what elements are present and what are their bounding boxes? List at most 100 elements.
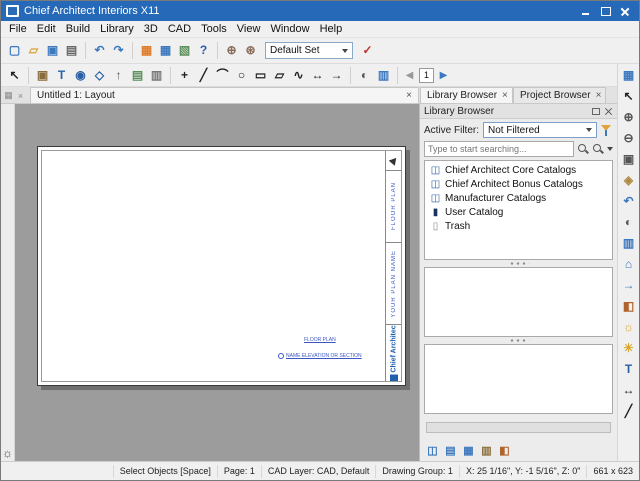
- tab-untitled-layout[interactable]: Untitled 1: Layout ×: [30, 87, 419, 103]
- dimension-icon[interactable]: ↔: [619, 381, 638, 400]
- tab-close-icon[interactable]: ×: [406, 91, 412, 101]
- cad-spline-icon[interactable]: ∿: [289, 66, 308, 85]
- menu-item-file[interactable]: File: [4, 22, 32, 36]
- cad-circle-icon[interactable]: ○: [232, 66, 251, 85]
- dock-close-icon[interactable]: ×: [15, 90, 26, 101]
- tab-library-browser[interactable]: Library Browser ×: [420, 87, 513, 103]
- next-page-icon[interactable]: ▶: [436, 67, 451, 84]
- overview-icon[interactable]: ⌂: [619, 255, 638, 274]
- pane-splitter[interactable]: [420, 260, 617, 267]
- toolbar-set-select[interactable]: Default Set: [265, 42, 353, 59]
- tree-item-core-catalogs[interactable]: ◫ Chief Architect Core Catalogs: [425, 163, 612, 177]
- cad-point-icon[interactable]: +: [175, 66, 194, 85]
- menu-item-library[interactable]: Library: [95, 22, 139, 36]
- minimize-icon[interactable]: [577, 5, 594, 18]
- place-library-object-icon[interactable]: ▣: [33, 66, 52, 85]
- catalogs-icon[interactable]: ▥: [478, 443, 495, 460]
- dimension-icon[interactable]: ↔: [308, 66, 327, 85]
- callout-floor-plan[interactable]: FLOOR PLAN: [304, 337, 336, 343]
- sun-shadow-icon[interactable]: ☀: [619, 339, 638, 358]
- paint-style-icon[interactable]: ◧: [496, 443, 513, 460]
- elevation-icon[interactable]: ▥: [619, 234, 638, 253]
- select-objects-icon[interactable]: ↖: [5, 66, 24, 85]
- select-objects-icon[interactable]: ↖: [619, 87, 638, 106]
- tree-item-user-catalog[interactable]: ▮ User Catalog: [425, 205, 612, 219]
- details-view-icon[interactable]: ▤: [442, 443, 459, 460]
- elevation-view-icon[interactable]: ▥: [374, 66, 393, 85]
- default-settings-icon[interactable]: ▧: [175, 41, 194, 60]
- drawing-canvas[interactable]: FLOOR PLAN YOUR PLAN NAME Chief Architec…: [15, 104, 419, 461]
- menu-item-tools[interactable]: Tools: [196, 22, 232, 36]
- cad-box-icon[interactable]: ▭: [251, 66, 270, 85]
- callout-elevation[interactable]: NAME ELEVATION OR SECTION: [278, 353, 362, 359]
- line-icon[interactable]: ╱: [619, 402, 638, 421]
- material-painter-icon[interactable]: ◧: [619, 297, 638, 316]
- library-search-input[interactable]: [424, 141, 574, 157]
- chevron-down-icon[interactable]: [607, 147, 613, 151]
- dock-grid-icon[interactable]: ▦: [3, 90, 14, 101]
- splitter-handle[interactable]: [509, 262, 529, 265]
- picture-icon[interactable]: ▤: [128, 66, 147, 85]
- float-panel-icon[interactable]: [592, 108, 600, 115]
- search-options-icon[interactable]: [592, 143, 604, 155]
- menu-item-help[interactable]: Help: [315, 22, 348, 36]
- undo-icon[interactable]: ↶: [90, 41, 109, 60]
- menu-item-3d[interactable]: 3D: [139, 22, 163, 36]
- text-icon[interactable]: T: [52, 66, 71, 85]
- close-panel-icon[interactable]: [604, 107, 613, 116]
- filter-funnel-icon[interactable]: [601, 124, 613, 137]
- camera-view-icon[interactable]: ◐: [355, 66, 374, 85]
- tile-view-icon[interactable]: ▦: [460, 443, 477, 460]
- menu-item-build[interactable]: Build: [61, 22, 95, 36]
- new-file-icon[interactable]: ▢: [5, 41, 24, 60]
- cad-line-icon[interactable]: ╱: [194, 66, 213, 85]
- callout-icon[interactable]: ◉: [71, 66, 90, 85]
- tab-close-icon[interactable]: ×: [502, 91, 508, 101]
- active-filter-select[interactable]: Not Filtered: [483, 122, 597, 138]
- maximize-icon[interactable]: [597, 5, 614, 18]
- pane-splitter[interactable]: [420, 337, 617, 344]
- print-icon[interactable]: ▤: [62, 41, 81, 60]
- page-number-box[interactable]: 1: [419, 68, 434, 83]
- camera-icon[interactable]: ◐: [619, 213, 638, 232]
- previous-view-icon[interactable]: ↶: [619, 192, 638, 211]
- redo-icon[interactable]: ↷: [109, 41, 128, 60]
- pdf-box-icon[interactable]: ▥: [147, 66, 166, 85]
- cad-polyline-icon[interactable]: ▱: [270, 66, 289, 85]
- layout-sheet[interactable]: FLOOR PLAN YOUR PLAN NAME Chief Architec…: [37, 146, 406, 386]
- tab-close-icon[interactable]: ×: [596, 91, 602, 101]
- tree-item-bonus-catalogs[interactable]: ◫ Chief Architect Bonus Catalogs: [425, 177, 612, 191]
- tab-project-browser[interactable]: Project Browser ×: [513, 87, 606, 103]
- settings-gear-icon[interactable]: ☼: [2, 447, 13, 459]
- menu-item-edit[interactable]: Edit: [32, 22, 61, 36]
- preview-toggle-icon[interactable]: ◫: [424, 443, 441, 460]
- zoom-icon[interactable]: ⊕: [619, 108, 638, 127]
- display-options-icon[interactable]: ▦: [137, 41, 156, 60]
- tree-item-manufacturer-catalogs[interactable]: ◫ Manufacturer Catalogs: [425, 191, 612, 205]
- save-icon[interactable]: ▣: [43, 41, 62, 60]
- splitter-handle[interactable]: [509, 339, 529, 342]
- previous-page-icon[interactable]: ◀: [402, 67, 417, 84]
- zoom-out-icon[interactable]: ⊖: [619, 129, 638, 148]
- help-icon[interactable]: ?: [194, 41, 213, 60]
- pan-icon[interactable]: ◈: [619, 171, 638, 190]
- cad-arrow-icon[interactable]: →: [327, 66, 346, 85]
- cad-arc-icon[interactable]: ⌒: [213, 66, 232, 85]
- layer-sets-icon[interactable]: ▦: [156, 41, 175, 60]
- menu-item-cad[interactable]: CAD: [163, 22, 196, 36]
- search-icon[interactable]: [577, 143, 589, 155]
- marker-icon[interactable]: ◇: [90, 66, 109, 85]
- toolbar-customize-icon[interactable]: ✓: [358, 41, 377, 60]
- open-file-icon[interactable]: ▱: [24, 41, 43, 60]
- pan-window-icon[interactable]: ⊕: [222, 41, 241, 60]
- display-options-icon[interactable]: ▦: [619, 66, 638, 85]
- menu-item-view[interactable]: View: [232, 22, 266, 36]
- close-icon[interactable]: [617, 5, 634, 18]
- hand-tool-icon[interactable]: ⊛: [241, 41, 260, 60]
- menu-item-window[interactable]: Window: [265, 22, 314, 36]
- tree-item-trash[interactable]: ▯ Trash: [425, 219, 612, 233]
- walkthrough-icon[interactable]: →: [619, 276, 638, 295]
- adjust-lights-icon[interactable]: ☼: [619, 318, 638, 337]
- text-icon[interactable]: T: [619, 360, 638, 379]
- fill-window-icon[interactable]: ▣: [619, 150, 638, 169]
